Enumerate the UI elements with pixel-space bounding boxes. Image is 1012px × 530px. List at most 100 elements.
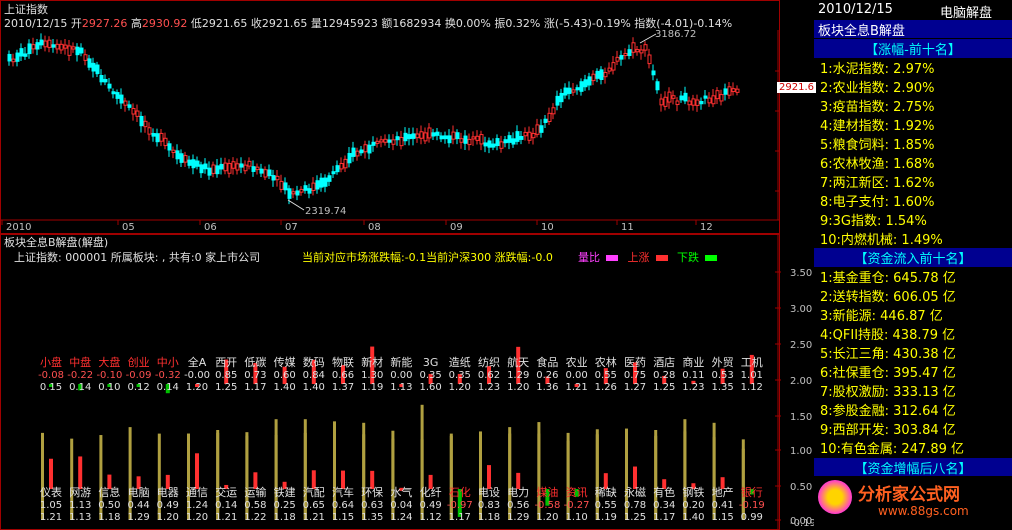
sector-name[interactable]: 汽车 <box>332 485 354 499</box>
sector-name[interactable]: 运输 <box>244 485 266 499</box>
candle-body <box>175 150 180 160</box>
sector-name[interactable]: 数码 <box>303 356 325 369</box>
sector-name[interactable]: 交运 <box>215 485 237 499</box>
sector-name[interactable]: 创业 <box>128 356 150 369</box>
sector-name[interactable]: 中盘 <box>69 355 91 369</box>
candle-body <box>663 96 668 107</box>
sector-name[interactable]: 网游 <box>69 486 91 499</box>
sector-name[interactable]: 电器 <box>157 486 179 499</box>
sector-name[interactable]: 农林 <box>595 355 617 369</box>
sector-ratio: 1.36 <box>536 382 558 393</box>
candle-body <box>123 100 128 106</box>
sector-name[interactable]: 资讯 <box>566 486 588 499</box>
sector-panel[interactable]: 3.50 3.00 2.50 2.00 1.50 1.00 0.50 0.00 -0.19 小盘… <box>0 234 814 530</box>
sector-ratio: 1.25 <box>653 382 675 393</box>
sector-name[interactable]: 永磁 <box>624 485 646 499</box>
gain-list-item[interactable]: 5:粮食饲料: 1.85% <box>820 134 934 153</box>
sector-name[interactable]: 低碳 <box>244 355 266 369</box>
sector-name[interactable]: 酒店 <box>653 355 675 369</box>
flow-list-item[interactable]: 6:社保重仓: 395.47 亿 <box>820 362 956 381</box>
sector-name[interactable]: 有色 <box>653 485 675 499</box>
flow-list-item[interactable]: 10:有色金属: 247.89 亿 <box>820 438 964 457</box>
candle-body <box>195 160 200 167</box>
sector-name[interactable]: 传媒 <box>274 356 296 369</box>
sector-name[interactable]: 西开 <box>215 356 237 369</box>
gain-list-item[interactable]: 2:农业指数: 2.90% <box>820 77 934 96</box>
sector-name[interactable]: 大盘 <box>98 355 120 369</box>
candle-body <box>567 87 572 94</box>
kline-panel[interactable]: 上证指数 2010/12/15 开2927.26 高2930.92 低2921.… <box>0 0 816 234</box>
candle-body <box>231 161 236 169</box>
sector-ratio: 1.21 <box>565 382 587 393</box>
sector-name[interactable]: 铁建 <box>274 485 296 499</box>
sector-name[interactable]: 地产 <box>712 485 734 499</box>
sector-name[interactable]: 造纸 <box>449 355 471 369</box>
flow-list-item[interactable]: 7:股权激励: 333.13 亿 <box>820 381 956 400</box>
gain-list-item[interactable]: 4:建材指数: 1.92% <box>820 115 934 134</box>
flow-list-item[interactable]: 5:长江三角: 430.38 亿 <box>820 343 956 362</box>
candle-body <box>731 88 736 92</box>
legend-up-label: 上涨 <box>627 251 650 264</box>
sector-name[interactable]: 商业 <box>682 355 704 369</box>
sector-name[interactable]: 银行 <box>741 485 763 499</box>
candle-body <box>351 147 356 157</box>
gain-list-item[interactable]: 8:电子支付: 1.60% <box>820 191 934 210</box>
sector-name[interactable]: 全A <box>188 355 207 369</box>
sector-name[interactable]: 电力 <box>507 486 529 499</box>
gain-list-item[interactable]: 7:两江新区: 1.62% <box>820 172 934 191</box>
flow-list-item[interactable]: 4:QFII持股: 438.79 亿 <box>820 324 955 343</box>
sector-name[interactable]: 信息 <box>98 485 120 499</box>
kline-chart[interactable]: 3186.72 2319.74 3000.02800.02600.02400.0… <box>0 0 780 234</box>
gain-list-item[interactable]: 10:内燃机械: 1.49% <box>820 229 943 248</box>
flow-list-item[interactable]: 3:新能源: 446.87 亿 <box>820 305 943 324</box>
sidebar-panel-title[interactable]: 板块全息B解盘 <box>814 20 1012 39</box>
flow-list-item[interactable]: 9:西部开发: 303.84 亿 <box>820 419 956 438</box>
sector-name[interactable]: 医药 <box>624 356 646 369</box>
sector-legend: 量比 上涨 下跌 <box>578 249 723 265</box>
gain-list-item[interactable]: 1:水泥指数: 2.97% <box>820 58 934 77</box>
sector-name[interactable]: 工机 <box>741 355 763 369</box>
candle-body <box>151 133 156 137</box>
sector-name[interactable]: 通信 <box>186 486 208 499</box>
sector-name[interactable]: 新材 <box>361 355 383 369</box>
sector-name[interactable]: 电设 <box>478 486 500 499</box>
sector-name[interactable]: 外贸 <box>712 356 734 369</box>
sector-name[interactable]: 石化 <box>449 485 471 499</box>
sector-change: 0.73 <box>244 370 266 381</box>
sector-name[interactable]: 稀缺 <box>595 485 617 499</box>
watermark-area: 分析家公式网 www.88gs.com <box>814 476 1012 530</box>
sector-name[interactable]: 航天 <box>507 355 529 369</box>
sector-name[interactable]: 小盘 <box>40 355 62 369</box>
sector-name[interactable]: 新能 <box>390 355 412 369</box>
sector-ratio: 1.13 <box>390 382 412 393</box>
gain-list-item[interactable]: 3:疫苗指数: 2.75% <box>820 96 934 115</box>
sector-name[interactable]: 纺织 <box>478 355 500 369</box>
flow-list-item[interactable]: 1:基金重仓: 645.78 亿 <box>820 267 956 286</box>
candle-body <box>399 136 404 147</box>
candle-body <box>331 171 336 175</box>
candle-body <box>311 182 316 191</box>
gain-header: 【涨幅-前十名】 <box>814 39 1012 58</box>
sector-name[interactable]: 煤油 <box>536 485 558 499</box>
candle-body <box>131 108 136 115</box>
sector-name[interactable]: 钢铁 <box>682 486 704 499</box>
sector-name[interactable]: 环保 <box>361 485 383 499</box>
gain-list-item[interactable]: 9:3G指数: 1.54% <box>820 210 927 229</box>
sector-name[interactable]: 仪表 <box>40 485 62 499</box>
sector-name[interactable]: 电脑 <box>128 486 150 499</box>
sector-row1-labels: 小盘-0.080.15中盘-0.220.14大盘-0.100.10创业-0.09… <box>38 355 763 393</box>
gain-list-item[interactable]: 6:农林牧渔: 1.68% <box>820 153 934 172</box>
sector-name[interactable]: 物联 <box>332 355 354 369</box>
sector-name[interactable]: 3G <box>423 356 439 369</box>
sector-name[interactable]: 汽配 <box>303 485 325 499</box>
sector-chart[interactable]: 3.50 3.00 2.50 2.00 1.50 1.00 0.50 0.00 -0.19 小盘… <box>0 234 814 530</box>
flow-list-item[interactable]: 2:送转指数: 606.05 亿 <box>820 286 956 305</box>
sector-name[interactable]: 食品 <box>536 355 558 369</box>
sector-name[interactable]: 化纤 <box>420 485 442 499</box>
sector-name[interactable]: 水气 <box>390 485 412 499</box>
candle-body <box>111 91 116 95</box>
sidebar-date: 2010/12/15 <box>818 2 893 17</box>
sector-name[interactable]: 中小 <box>157 356 179 369</box>
flow-list-item[interactable]: 8:参股金融: 312.64 亿 <box>820 400 956 419</box>
sector-name[interactable]: 农业 <box>566 355 588 369</box>
